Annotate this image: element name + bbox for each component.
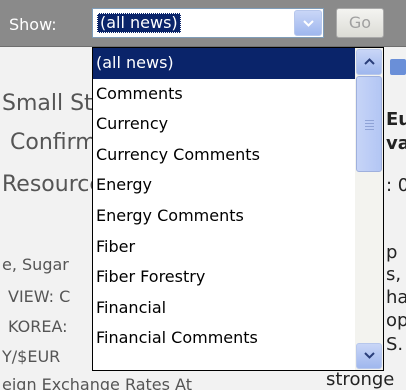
bg-text-line: op [386, 310, 406, 331]
toolbar: Show: (all news) Go [0, 0, 406, 47]
bg-text-line: p [386, 242, 398, 263]
list-item[interactable]: Financial Comments [93, 323, 355, 354]
bg-text-line: va [386, 133, 406, 154]
bg-text-line: eign Exchange Rates At [2, 375, 192, 390]
list-item[interactable]: (all news) [93, 48, 355, 79]
list-item[interactable]: Fiber Forestry [93, 262, 355, 293]
list-item[interactable]: Comments [93, 79, 355, 110]
scroll-up-button[interactable] [356, 49, 382, 75]
show-label: Show: [9, 15, 57, 34]
dropdown-list: (all news) Comments Currency Currency Co… [92, 47, 384, 371]
chevron-down-icon [364, 352, 375, 359]
dropdown-arrow-button[interactable] [294, 10, 322, 36]
bg-text-line: KOREA: [8, 317, 68, 336]
list-item[interactable]: Energy [93, 170, 355, 201]
bg-text-line: VIEW: C [8, 287, 71, 306]
chevron-down-icon [303, 20, 314, 27]
list-item[interactable]: Fiber [93, 232, 355, 263]
news-icon [390, 59, 406, 75]
bg-text-line: ha [386, 287, 406, 308]
list-item[interactable]: Energy Comments [93, 201, 355, 232]
bg-text-line: Eu [386, 109, 406, 130]
bg-text-line: s, [386, 264, 402, 285]
grip-icon [365, 120, 374, 132]
bg-text-line: Confirm [10, 130, 97, 155]
scroll-down-button[interactable] [356, 343, 382, 369]
dropdown-scrollbar[interactable] [355, 48, 383, 370]
news-filter-select[interactable]: (all news) [92, 8, 324, 38]
bg-text-line: S. [386, 334, 404, 355]
chevron-up-icon [364, 58, 375, 65]
bg-text-line: e, Sugar [2, 255, 69, 274]
selected-value: (all news) [97, 13, 181, 33]
go-button[interactable]: Go [336, 8, 384, 38]
bg-text-line: Y/$EUR [2, 347, 61, 366]
list-item[interactable]: Currency [93, 109, 355, 140]
dropdown-options: (all news) Comments Currency Currency Co… [93, 48, 355, 354]
scrollbar-thumb[interactable] [356, 76, 382, 172]
list-item[interactable]: Currency Comments [93, 140, 355, 171]
bg-text-line: stronge [326, 369, 395, 390]
bg-text-line: : 0 [386, 175, 406, 196]
list-item[interactable]: Financial [93, 293, 355, 324]
